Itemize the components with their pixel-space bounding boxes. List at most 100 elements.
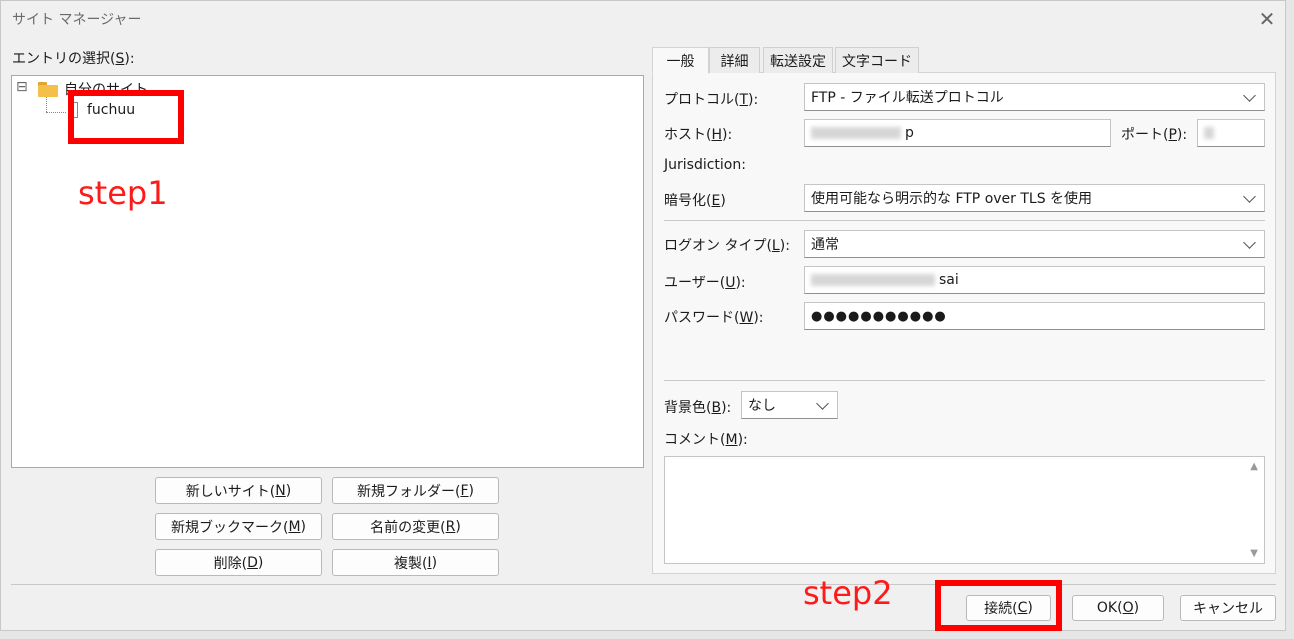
- redacted-text: [811, 274, 935, 286]
- rename-button[interactable]: 名前の変更(R): [332, 513, 499, 540]
- tab-advanced[interactable]: 詳細: [709, 47, 760, 73]
- footer-separator: [11, 584, 1276, 585]
- step2-annotation: step2: [803, 574, 893, 612]
- button-accelerator: F: [460, 482, 469, 499]
- bgcolor-select[interactable]: なし: [741, 391, 838, 419]
- logon-type-label: ログオン タイプ(L):: [664, 235, 790, 255]
- step1-annotation: step1: [78, 174, 168, 212]
- encryption-select[interactable]: 使用可能なら明示的な FTP over TLS を使用: [804, 184, 1265, 212]
- redacted-text: [811, 127, 901, 139]
- user-input[interactable]: sai: [804, 266, 1265, 294]
- entry-select-label: エントリの選択(S):: [12, 48, 135, 68]
- window-title: サイト マネージャー: [12, 12, 142, 28]
- port-label: ポート(P):: [1121, 124, 1187, 144]
- label-text: ログオン タイプ(: [664, 238, 772, 254]
- label-text: ユーザー(: [664, 275, 726, 291]
- label-text: ):: [1176, 127, 1188, 143]
- label-accelerator: U: [725, 275, 736, 291]
- label-text: ):: [735, 275, 746, 291]
- duplicate-button[interactable]: 複製(I): [332, 549, 499, 576]
- tab-general[interactable]: 一般: [652, 47, 709, 74]
- jurisdiction-label: Jurisdiction:: [664, 157, 746, 173]
- redacted-text: [1204, 127, 1214, 139]
- delete-button[interactable]: 削除(D): [155, 549, 322, 576]
- label-text: urisdiction:: [668, 157, 746, 173]
- host-input[interactable]: p: [804, 119, 1111, 147]
- folder-body: [38, 85, 58, 97]
- password-input[interactable]: ●●●●●●●●●●●: [804, 302, 1265, 330]
- collapse-icon[interactable]: ⊟: [16, 79, 28, 95]
- label-accelerator: T: [739, 92, 749, 108]
- ok-button[interactable]: OK(O): [1072, 595, 1164, 621]
- label-text: ):: [721, 400, 732, 416]
- comment-label: コメント(M):: [664, 429, 748, 449]
- label-text: 背景色(: [664, 400, 712, 416]
- label-text: ):: [722, 127, 733, 143]
- label-text: ):: [748, 92, 759, 108]
- button-accelerator: D: [247, 554, 258, 571]
- button-accelerator: M: [288, 518, 301, 535]
- protocol-value: FTP - ファイル転送プロトコル: [811, 90, 1004, 106]
- folder-icon: [38, 82, 58, 97]
- button-text: ): [300, 518, 307, 535]
- step1-highlight-box: [68, 90, 184, 144]
- cancel-button[interactable]: キャンセル: [1180, 595, 1276, 621]
- new-bookmark-button[interactable]: 新規ブックマーク(M): [155, 513, 322, 540]
- button-text: 新規フォルダー(: [357, 483, 461, 500]
- label-text: ):: [737, 432, 748, 448]
- button-text: ): [455, 518, 461, 535]
- new-folder-button[interactable]: 新規フォルダー(F): [332, 477, 499, 504]
- bgcolor-value: なし: [748, 398, 776, 414]
- label-text: ):: [779, 238, 790, 254]
- label-text: コメント(: [664, 432, 726, 448]
- port-input[interactable]: [1197, 119, 1265, 147]
- label-text: ): [720, 193, 726, 209]
- button-text: 新規ブックマーク(: [170, 519, 289, 536]
- host-label: ホスト(H):: [664, 124, 732, 144]
- button-text: ): [468, 482, 474, 499]
- label-text: プロトコル(: [664, 92, 740, 108]
- button-text: 新しいサイト(: [185, 483, 276, 500]
- title-bar: [0, 0, 1294, 38]
- label-accelerator: M: [725, 432, 738, 448]
- scroll-up-icon[interactable]: ▲: [1250, 461, 1258, 472]
- comment-textarea[interactable]: ▲ ▼: [664, 456, 1265, 564]
- protocol-select[interactable]: FTP - ファイル転送プロトコル: [804, 83, 1265, 111]
- close-icon[interactable]: ✕: [1252, 5, 1282, 33]
- tab-charset[interactable]: 文字コード: [835, 47, 919, 73]
- chevron-down-icon: [816, 396, 829, 410]
- label-text: 暗号化(: [664, 193, 712, 209]
- button-text: ): [257, 554, 264, 571]
- button-accelerator: R: [445, 518, 456, 535]
- new-site-button[interactable]: 新しいサイト(N): [155, 477, 322, 504]
- tree-connector: [46, 112, 66, 113]
- label-accelerator: W: [739, 310, 754, 326]
- button-text: OK(: [1096, 600, 1123, 616]
- chevron-down-icon: [1243, 88, 1256, 102]
- label-accelerator: L: [771, 238, 780, 254]
- scroll-down-icon[interactable]: ▼: [1250, 548, 1258, 559]
- tab-transfer-settings[interactable]: 転送設定: [763, 47, 833, 73]
- button-text: 名前の変更(: [370, 519, 446, 536]
- label-accelerator: B: [711, 400, 722, 416]
- chevron-down-icon: [1243, 235, 1256, 249]
- user-label: ユーザー(U):: [664, 272, 746, 292]
- logon-type-select[interactable]: 通常: [804, 230, 1265, 258]
- label-text: エントリの選択(: [12, 51, 116, 67]
- label-accelerator: E: [711, 193, 721, 209]
- password-value: ●●●●●●●●●●●: [811, 308, 947, 324]
- tree-connector: [46, 97, 47, 112]
- host-value-tail: p: [905, 125, 914, 141]
- button-text: 削除(: [213, 555, 248, 572]
- label-text: パスワード(: [664, 310, 740, 326]
- button-accelerator: N: [275, 482, 286, 499]
- protocol-label: プロトコル(T):: [664, 89, 758, 109]
- button-text: ): [1133, 600, 1140, 616]
- label-text: ポート(: [1121, 127, 1169, 143]
- password-label: パスワード(W):: [664, 307, 764, 327]
- label-accelerator: H: [711, 127, 722, 143]
- logon-type-value: 通常: [811, 237, 839, 253]
- chevron-down-icon: [1243, 189, 1256, 203]
- label-accelerator: P: [1168, 127, 1177, 143]
- button-text: ): [285, 482, 292, 499]
